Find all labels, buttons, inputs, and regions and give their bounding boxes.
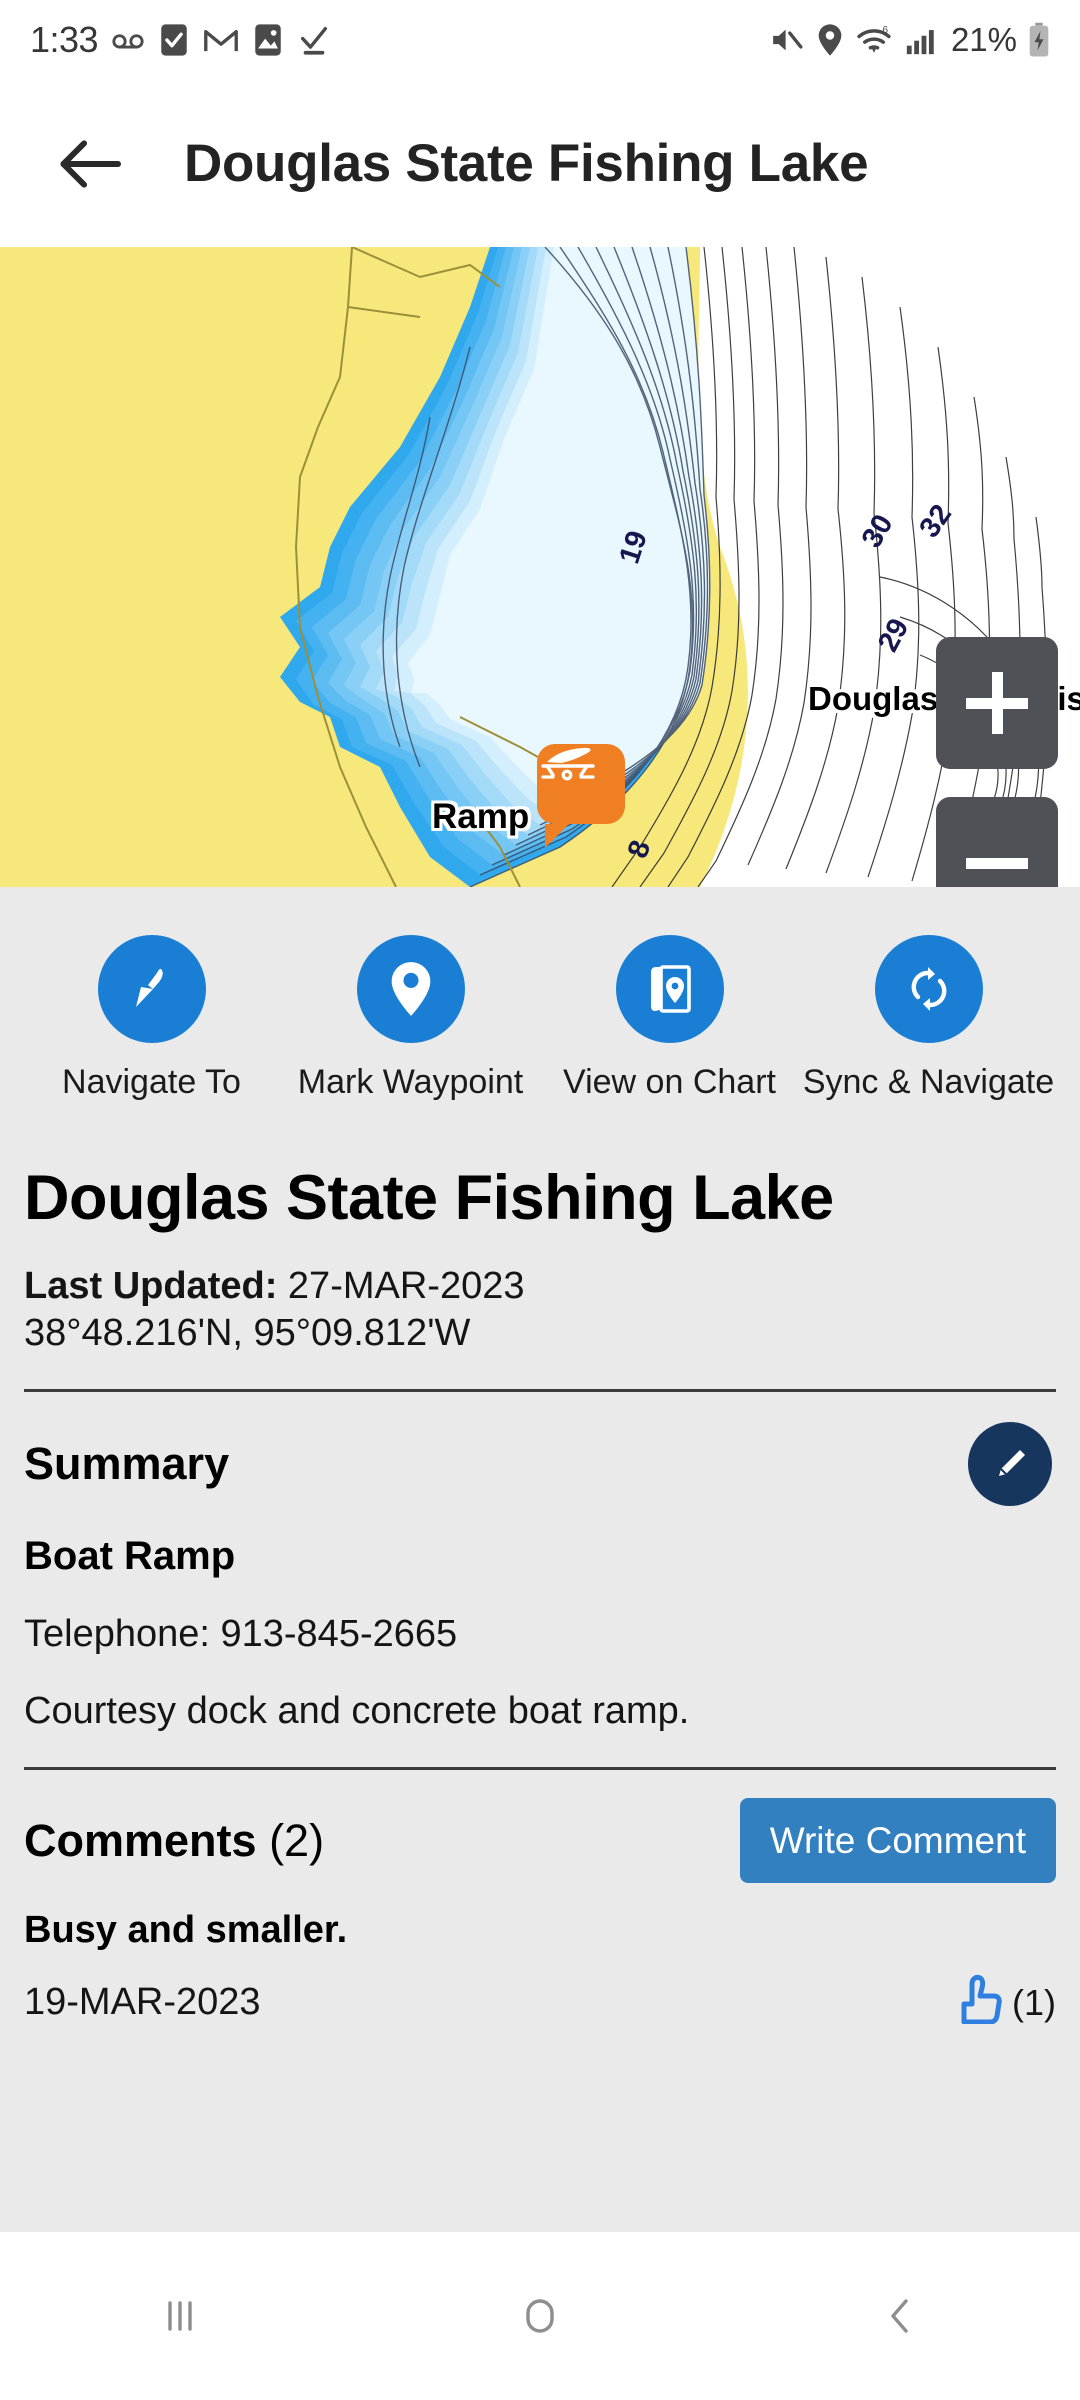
comments-heading-text: Comments	[24, 1815, 257, 1866]
action-bar: Navigate To Mark Waypoint	[0, 887, 1080, 1103]
status-bar: 1:33	[0, 0, 1080, 80]
edit-summary-button[interactable]	[968, 1422, 1052, 1506]
summary-description: Courtesy dock and concrete boat ramp.	[24, 1690, 1056, 1733]
detail-panel: Navigate To Mark Waypoint	[0, 887, 1080, 2232]
navigate-arrow-icon	[98, 935, 206, 1043]
wifi-icon: 6	[855, 23, 893, 57]
comment-title: Busy and smaller.	[24, 1909, 1056, 1952]
home-icon	[513, 2289, 567, 2343]
action-mark-waypoint[interactable]: Mark Waypoint	[281, 935, 540, 1103]
comments-header: Comments (2) Write Comment	[24, 1798, 1056, 1883]
mute-icon	[769, 23, 805, 57]
home-button[interactable]	[480, 2256, 600, 2376]
chart-pin-icon	[616, 935, 724, 1043]
boat-ramp-icon	[537, 744, 625, 824]
map-zoom-controls	[936, 637, 1058, 887]
comment-like-count: (1)	[1012, 1982, 1056, 2024]
gmail-icon	[203, 23, 239, 57]
action-view-on-chart[interactable]: View on Chart	[540, 935, 799, 1103]
nav-back-icon	[873, 2289, 927, 2343]
zoom-out-button[interactable]	[936, 797, 1058, 887]
action-sync-navigate[interactable]: Sync & Navigate	[799, 935, 1058, 1103]
status-bar-right: 6 21%	[769, 21, 1050, 59]
sync-icon	[875, 935, 983, 1043]
summary-subheading: Boat Ramp	[24, 1534, 1056, 1579]
check-underline-icon	[297, 23, 331, 57]
action-label: Sync & Navigate	[803, 1063, 1054, 1103]
photos-icon	[252, 23, 284, 57]
phone-screen: 1:33	[0, 0, 1080, 2400]
action-label: Mark Waypoint	[298, 1063, 523, 1103]
voicemail-icon	[111, 23, 145, 57]
summary-heading: Summary	[24, 1438, 229, 1490]
page-title: Douglas State Fishing Lake	[184, 133, 868, 194]
summary-header: Summary	[24, 1422, 1056, 1506]
action-label: View on Chart	[563, 1063, 776, 1103]
thumbs-up-icon	[950, 1974, 1004, 2024]
edit-pencil-icon	[989, 1443, 1031, 1485]
last-updated-label: Last Updated:	[24, 1265, 277, 1307]
checkbox-checked-icon	[158, 23, 190, 57]
comment-likes[interactable]: (1)	[950, 1974, 1056, 2024]
coordinates: 38°48.216'N, 95°09.812'W	[24, 1312, 1056, 1355]
action-navigate-to[interactable]: Navigate To	[22, 935, 281, 1103]
comment-item[interactable]: Busy and smaller. 19-MAR-2023 (1)	[24, 1909, 1056, 2024]
map-pin-icon	[357, 935, 465, 1043]
location-icon	[816, 23, 844, 57]
battery-percent: 21%	[951, 21, 1017, 59]
boat-ramp-marker[interactable]	[537, 744, 625, 832]
recents-icon	[153, 2289, 207, 2343]
write-comment-button[interactable]: Write Comment	[740, 1798, 1056, 1883]
comment-meta-row: 19-MAR-2023 (1)	[24, 1974, 1056, 2024]
comment-date: 19-MAR-2023	[24, 1981, 261, 2024]
status-time: 1:33	[30, 19, 98, 61]
android-nav-bar	[0, 2232, 1080, 2400]
divider	[24, 1767, 1056, 1770]
recents-button[interactable]	[120, 2256, 240, 2376]
comments-heading: Comments (2)	[24, 1815, 324, 1867]
battery-charging-icon	[1028, 22, 1050, 58]
map-ramp-label: Ramp	[432, 797, 529, 837]
signal-icon	[904, 23, 938, 57]
place-title: Douglas State Fishing Lake	[24, 1165, 1056, 1231]
nav-back-button[interactable]	[840, 2256, 960, 2376]
zoom-in-button[interactable]	[936, 637, 1058, 769]
detail-body: Douglas State Fishing Lake Last Updated:…	[0, 1165, 1080, 2025]
divider	[24, 1389, 1056, 1392]
svg-text:6: 6	[882, 25, 888, 36]
last-updated-value: 27-MAR-2023	[288, 1265, 525, 1307]
action-label: Navigate To	[62, 1063, 241, 1103]
summary-telephone: Telephone: 913-845-2665	[24, 1613, 1056, 1656]
last-updated-row: Last Updated: 27-MAR-2023	[24, 1263, 1056, 1311]
map-view[interactable]: 19 30 32 29 8 24 28 1 23 Ramp Douglas St…	[0, 247, 1080, 887]
status-bar-left: 1:33	[30, 19, 331, 61]
back-button[interactable]	[48, 122, 132, 206]
comments-count: (2)	[269, 1815, 324, 1866]
marker-tail	[545, 824, 569, 848]
back-arrow-icon	[59, 138, 121, 190]
app-bar: Douglas State Fishing Lake	[0, 80, 1080, 247]
